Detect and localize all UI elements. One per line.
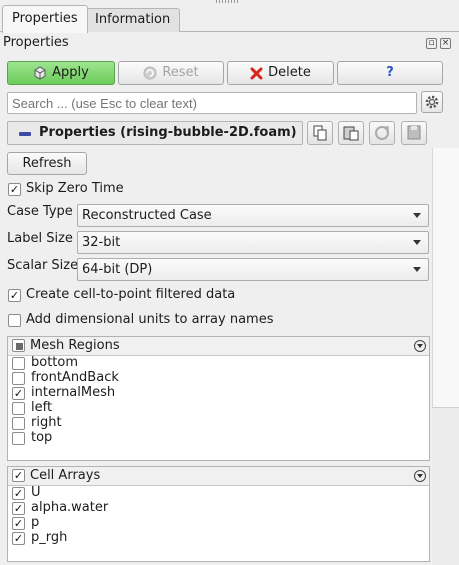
save-defaults-button[interactable] xyxy=(401,121,427,145)
reset-icon xyxy=(143,66,157,80)
skip-zero-time-label: Skip Zero Time xyxy=(26,181,124,196)
case-type-value: Reconstructed Case xyxy=(82,208,212,223)
scalar-size-label: Scalar Size xyxy=(7,258,79,273)
restore-icon xyxy=(375,126,389,140)
list-item[interactable]: ✓ U xyxy=(8,485,429,501)
cell-array-checkbox[interactable]: ✓ xyxy=(12,502,25,515)
delete-button[interactable]: Delete xyxy=(227,61,334,85)
copy-button[interactable] xyxy=(307,121,333,145)
chevron-down-icon xyxy=(413,267,421,272)
list-item[interactable]: top xyxy=(8,430,429,446)
mesh-regions-list[interactable]: Mesh Regions bottom frontAndBack ✓ intern… xyxy=(7,336,430,461)
list-item[interactable]: ✓ p_rgh xyxy=(8,530,429,546)
float-panel-icon[interactable]: ▫ xyxy=(426,38,437,49)
case-type-select[interactable]: Reconstructed Case xyxy=(77,204,429,227)
save-icon xyxy=(407,125,421,140)
mesh-region-checkbox[interactable]: ✓ xyxy=(12,387,25,400)
collapse-icon[interactable] xyxy=(414,470,426,482)
mesh-regions-title: Mesh Regions xyxy=(30,338,120,353)
label-size-select[interactable]: 32-bit xyxy=(77,231,429,254)
reset-label: Reset xyxy=(162,65,199,80)
close-panel-icon[interactable]: × xyxy=(440,38,451,49)
dimensional-units-checkbox[interactable] xyxy=(8,314,21,327)
cell-array-checkbox[interactable]: ✓ xyxy=(12,517,25,530)
search-input[interactable] xyxy=(7,92,417,114)
scrollbar-thumb[interactable] xyxy=(432,148,459,408)
list-item[interactable]: ✓ internalMesh xyxy=(8,385,429,401)
restore-defaults-button[interactable] xyxy=(369,121,395,145)
drag-grip[interactable] xyxy=(216,0,240,3)
paste-button[interactable] xyxy=(338,121,364,145)
apply-icon xyxy=(34,66,46,80)
copy-icon xyxy=(313,125,327,141)
list-item[interactable]: ✓ p xyxy=(8,515,429,531)
mesh-region-checkbox[interactable] xyxy=(12,432,25,445)
mesh-region-label: right xyxy=(31,415,62,430)
properties-section-title: Properties (rising-bubble-2D.foam) xyxy=(39,125,297,140)
mesh-regions-header: Mesh Regions xyxy=(8,337,429,356)
mesh-region-label: top xyxy=(31,430,53,445)
tab-properties[interactable]: Properties xyxy=(2,5,88,33)
label-size-label: Label Size xyxy=(7,231,73,246)
cell-array-checkbox[interactable]: ✓ xyxy=(12,532,25,545)
cell-arrays-select-all-checkbox[interactable]: ✓ xyxy=(12,469,25,482)
mesh-region-checkbox[interactable] xyxy=(12,372,25,385)
chevron-down-icon xyxy=(413,213,421,218)
cell-array-label: alpha.water xyxy=(31,500,109,515)
reset-button[interactable]: Reset xyxy=(118,61,224,85)
properties-section-header[interactable]: Properties (rising-bubble-2D.foam) xyxy=(7,121,303,145)
tab-information[interactable]: Information xyxy=(85,8,181,32)
cell-arrays-header: ✓ Cell Arrays xyxy=(8,467,429,486)
refresh-button[interactable]: Refresh xyxy=(7,152,87,175)
mesh-region-checkbox[interactable] xyxy=(12,402,25,415)
mesh-region-label: frontAndBack xyxy=(31,370,119,385)
label-size-value: 32-bit xyxy=(82,235,121,250)
cell-array-checkbox[interactable]: ✓ xyxy=(12,487,25,500)
list-item[interactable]: frontAndBack xyxy=(8,370,429,386)
cell-arrays-list[interactable]: ✓ Cell Arrays ✓ U ✓ alpha.water ✓ p ✓ p_rgh xyxy=(7,466,430,562)
list-item[interactable]: bottom xyxy=(8,355,429,371)
scalar-size-value: 64-bit (DP) xyxy=(82,262,153,277)
cell-to-point-label: Create cell-to-point filtered data xyxy=(26,287,236,302)
chevron-down-icon xyxy=(413,240,421,245)
list-item[interactable]: left xyxy=(8,400,429,416)
tab-bar: Properties Information xyxy=(0,0,459,33)
cell-to-point-checkbox[interactable]: ✓ xyxy=(8,289,21,302)
gear-icon xyxy=(425,95,439,109)
mesh-region-label: bottom xyxy=(31,355,79,370)
collapse-icon[interactable] xyxy=(414,340,426,352)
apply-button[interactable]: Apply xyxy=(7,61,115,85)
cell-array-label: p_rgh xyxy=(31,530,68,545)
cell-array-label: U xyxy=(31,485,41,500)
case-type-label: Case Type xyxy=(7,204,73,219)
settings-button[interactable] xyxy=(421,91,443,113)
list-item[interactable]: ✓ alpha.water xyxy=(8,500,429,516)
mesh-region-label: internalMesh xyxy=(31,385,116,400)
delete-label: Delete xyxy=(268,65,311,80)
scalar-size-select[interactable]: 64-bit (DP) xyxy=(77,258,429,281)
list-item[interactable]: right xyxy=(8,415,429,431)
delete-icon xyxy=(250,67,263,79)
cell-array-label: p xyxy=(31,515,40,530)
paste-icon xyxy=(343,126,359,141)
apply-label: Apply xyxy=(52,65,89,80)
skip-zero-time-checkbox[interactable]: ✓ xyxy=(8,183,21,196)
dimensional-units-label: Add dimensional units to array names xyxy=(26,312,274,327)
help-button[interactable]: ? xyxy=(337,61,443,85)
cell-arrays-title: Cell Arrays xyxy=(30,468,101,483)
help-icon: ? xyxy=(386,65,394,80)
mesh-regions-select-all-checkbox[interactable] xyxy=(12,339,25,352)
panel-title: Properties xyxy=(3,35,69,50)
collapse-minus-icon[interactable] xyxy=(19,132,31,136)
mesh-region-checkbox[interactable] xyxy=(12,357,25,370)
mesh-region-label: left xyxy=(31,400,53,415)
mesh-region-checkbox[interactable] xyxy=(12,417,25,430)
refresh-label: Refresh xyxy=(22,155,72,171)
